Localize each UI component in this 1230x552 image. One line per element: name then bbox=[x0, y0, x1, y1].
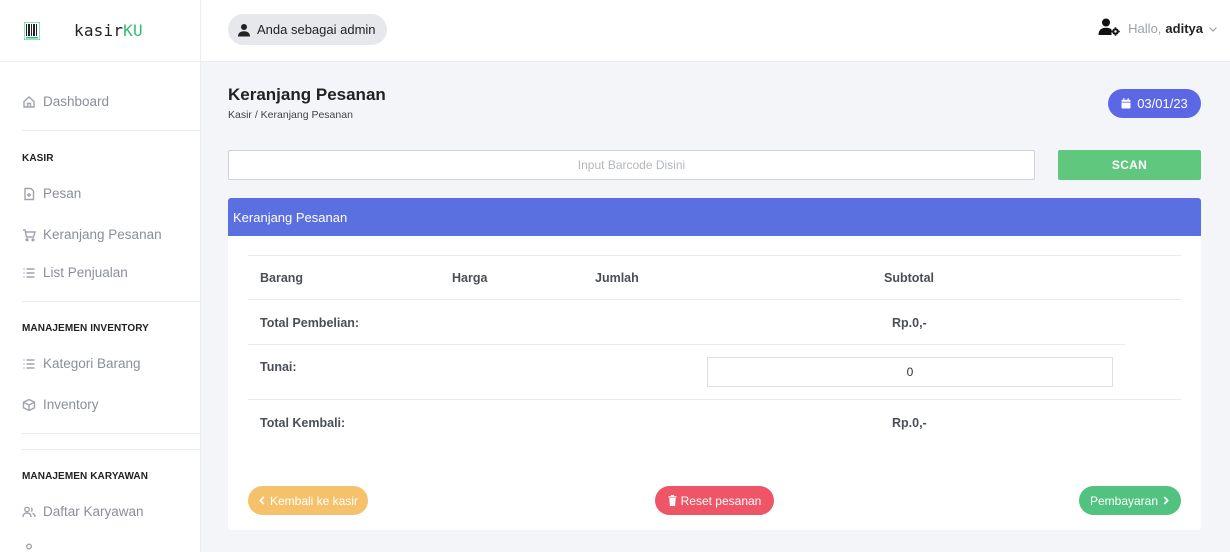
user-cog-icon bbox=[1098, 18, 1120, 39]
scan-button[interactable]: SCAN bbox=[1058, 150, 1201, 180]
sidebar-item-inventory[interactable]: Inventory bbox=[22, 397, 99, 412]
tunai-input[interactable] bbox=[707, 357, 1113, 387]
date-badge: 03/01/23 bbox=[1108, 89, 1201, 118]
brand[interactable]: kasirKU bbox=[0, 0, 200, 62]
sidebar-item-label: Inventory bbox=[43, 397, 99, 412]
sidebar-item-pesan[interactable]: Pesan bbox=[22, 186, 81, 201]
user-icon bbox=[22, 542, 36, 552]
trash-icon bbox=[668, 495, 677, 506]
breadcrumb: Kasir / Keranjang Pesanan bbox=[228, 109, 353, 121]
box-icon bbox=[22, 398, 36, 412]
section-karyawan: MANAJEMEN KARYAWAN bbox=[22, 471, 149, 482]
user-icon bbox=[238, 23, 250, 36]
column-header: Jumlah bbox=[595, 271, 639, 285]
sidebar-item-daftar-karyawan[interactable]: Daftar Karyawan bbox=[22, 504, 144, 519]
divider bbox=[22, 130, 201, 131]
sidebar-item-list-penjualan[interactable]: List Penjualan bbox=[22, 265, 128, 280]
topbar: Anda sebagai admin Hallo, aditya bbox=[201, 0, 1230, 62]
section-inventory: MANAJEMEN INVENTORY bbox=[22, 323, 149, 334]
column-header: Harga bbox=[452, 271, 488, 285]
list-icon bbox=[22, 357, 36, 371]
home-icon bbox=[22, 95, 36, 109]
tunai-label: Tunai: bbox=[260, 360, 297, 374]
total-kembali-label: Total Kembali: bbox=[260, 416, 346, 430]
greeting: Hallo, bbox=[1128, 21, 1162, 36]
file-plus-icon bbox=[22, 187, 36, 201]
sidebar-item-keranjang[interactable]: Keranjang Pesanan bbox=[22, 227, 162, 242]
users-icon bbox=[22, 505, 36, 519]
total-pembelian-value: Rp.0,- bbox=[892, 316, 927, 330]
sidebar-item-label: Dashboard bbox=[43, 94, 110, 109]
chevron-left-icon bbox=[259, 496, 265, 505]
column-header: Subtotal bbox=[884, 271, 934, 285]
user-menu[interactable]: Hallo, aditya bbox=[1098, 18, 1218, 39]
payment-button[interactable]: Pembayaran bbox=[1079, 486, 1181, 515]
reset-order-button[interactable]: Reset pesanan bbox=[655, 486, 774, 515]
sidebar: kasirKU Dashboard KASIR Pesan Keranjang … bbox=[0, 0, 201, 552]
barcode-input[interactable] bbox=[228, 150, 1035, 180]
table-rule bbox=[248, 399, 1181, 400]
chevron-right-icon bbox=[1163, 496, 1169, 505]
table-rule bbox=[248, 344, 1125, 345]
barcode-icon bbox=[23, 21, 41, 40]
table-rule bbox=[248, 299, 1181, 300]
page-title: Keranjang Pesanan bbox=[228, 85, 386, 104]
sidebar-item-label: Daftar Karyawan bbox=[43, 504, 144, 519]
pay-label: Pembayaran bbox=[1089, 493, 1159, 508]
reset-label: Reset pesanan bbox=[680, 493, 762, 508]
back-to-kasir-button[interactable]: Kembali ke kasir bbox=[248, 486, 368, 515]
sidebar-item-label: Pesan bbox=[43, 186, 82, 201]
sidebar-item-label: Keranjang Pesanan bbox=[43, 227, 162, 242]
table-rule bbox=[248, 255, 1181, 256]
brand-name: kasirKU bbox=[74, 21, 143, 40]
divider bbox=[22, 433, 201, 434]
back-label: Kembali ke kasir bbox=[269, 493, 359, 508]
cart-icon bbox=[22, 228, 36, 242]
card-title: Keranjang Pesanan bbox=[228, 198, 1201, 236]
chevron-down-icon bbox=[1209, 26, 1217, 32]
divider bbox=[22, 449, 201, 450]
role-label: Anda sebagai admin bbox=[257, 22, 376, 37]
list-icon bbox=[22, 266, 36, 280]
divider bbox=[22, 301, 201, 302]
total-kembali-value: Rp.0,- bbox=[892, 416, 927, 430]
sidebar-item-partial[interactable] bbox=[22, 542, 43, 552]
role-badge: Anda sebagai admin bbox=[228, 14, 387, 45]
sidebar-item-label: List Penjualan bbox=[43, 265, 128, 280]
section-kasir: KASIR bbox=[22, 153, 54, 164]
sidebar-item-label: Kategori Barang bbox=[43, 356, 141, 371]
column-header: Barang bbox=[260, 271, 304, 285]
calendar-icon bbox=[1121, 98, 1131, 109]
sidebar-item-kategori[interactable]: Kategori Barang bbox=[22, 356, 141, 371]
date-text: 03/01/23 bbox=[1137, 96, 1188, 111]
total-pembelian-label: Total Pembelian: bbox=[260, 316, 360, 330]
sidebar-item-dashboard[interactable]: Dashboard bbox=[22, 94, 109, 109]
username: aditya bbox=[1165, 21, 1203, 36]
